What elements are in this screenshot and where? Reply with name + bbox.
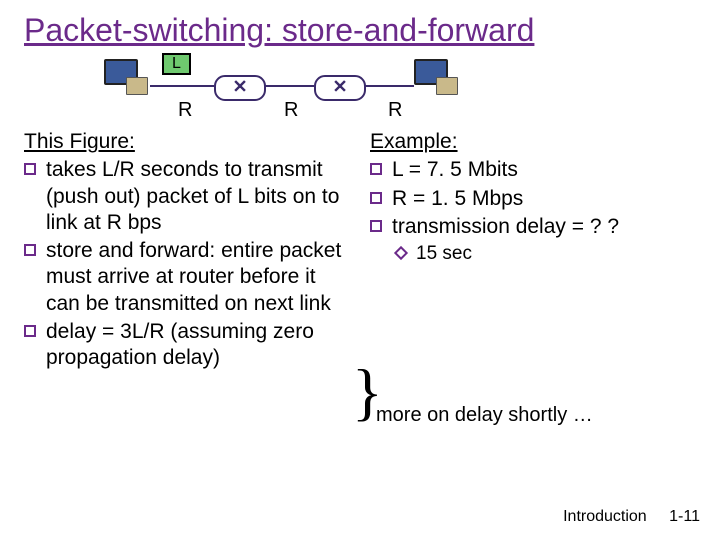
source-pc-icon	[104, 59, 148, 99]
slide-footer: Introduction 1-11	[563, 508, 700, 526]
page-title: Packet-switching: store-and-forward	[24, 12, 696, 49]
dest-pc-icon	[414, 59, 458, 99]
list-item: delay = 3L/R (assuming zero propagation …	[24, 319, 350, 372]
list-item: R = 1. 5 Mbps	[370, 186, 696, 212]
footer-page: 1-11	[669, 508, 700, 525]
list-item: takes L/R seconds to transmit (push out)…	[24, 157, 350, 236]
sub-list-item: 15 sec	[396, 242, 696, 266]
list-item: transmission delay = ? ?	[370, 214, 696, 240]
link-3	[364, 85, 414, 87]
left-column: This Figure: takes L/R seconds to transm…	[24, 129, 350, 373]
router-2-icon: ✕	[314, 75, 366, 101]
list-item: store and forward: entire packet must ar…	[24, 238, 350, 317]
more-delay-note: more on delay shortly …	[376, 404, 593, 427]
list-item: L = 7. 5 Mbits	[370, 157, 696, 183]
link-1	[150, 85, 214, 87]
router-1-icon: ✕	[214, 75, 266, 101]
link-2	[264, 85, 314, 87]
link-rate-3: R	[388, 99, 402, 122]
link-rate-2: R	[284, 99, 298, 122]
left-heading: This Figure:	[24, 129, 350, 155]
footer-section: Introduction	[563, 508, 647, 525]
right-column: Example: L = 7. 5 Mbits R = 1. 5 Mbps tr…	[370, 129, 696, 373]
network-diagram: L ✕ ✕ R R R	[104, 59, 696, 129]
packet-label: L	[162, 53, 191, 75]
link-rate-1: R	[178, 99, 192, 122]
right-heading: Example:	[370, 129, 696, 155]
